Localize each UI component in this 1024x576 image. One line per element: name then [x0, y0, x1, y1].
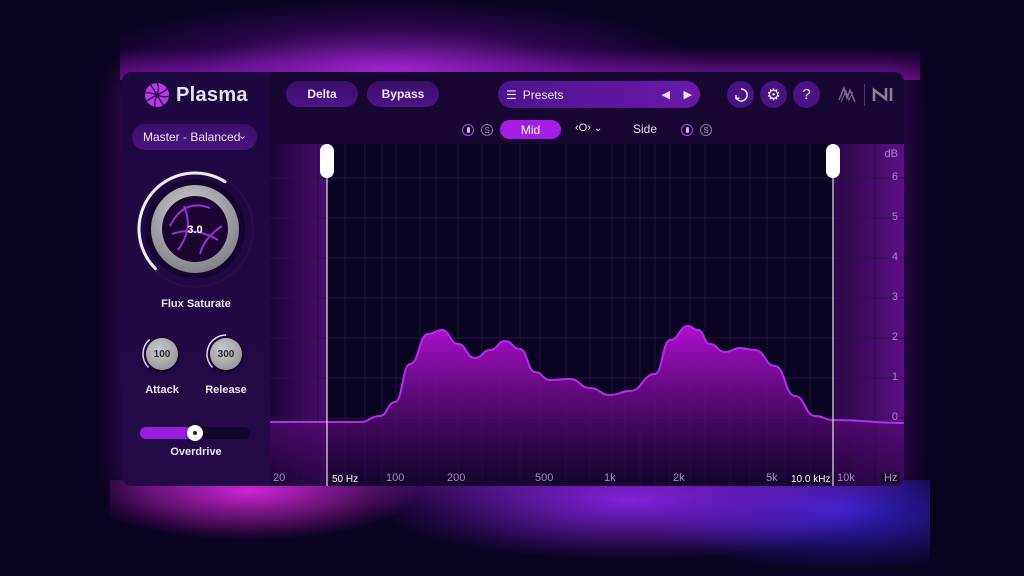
history-button[interactable]	[727, 81, 754, 108]
attack-label: Attack	[145, 384, 179, 396]
db-unit-label: dB	[884, 148, 898, 160]
freq-label-500: 500	[535, 472, 554, 484]
background-glow-bottom	[110, 480, 930, 576]
side-solo-icon[interactable]: S	[700, 124, 712, 136]
freq-label-100: 100	[386, 472, 405, 484]
db-label: 4	[891, 251, 898, 263]
flux-saturate-label: Flux Saturate	[161, 298, 231, 310]
sidebar: Plasma Master - Balanced ⌄ 3.0 Flux Satu…	[122, 72, 270, 486]
release-label: Release	[205, 384, 247, 396]
flux-saturate-value: 3.0	[187, 224, 202, 236]
gear-icon: ⚙	[766, 86, 781, 104]
list-icon: ☰	[506, 87, 517, 102]
settings-button[interactable]: ⚙	[760, 81, 787, 108]
freq-label-10k: 10k	[837, 472, 855, 484]
freq-label-200: 200	[447, 472, 466, 484]
plasma-logo-icon	[144, 82, 170, 108]
db-label: 2	[891, 331, 898, 343]
chevron-down-icon: ⌄	[593, 123, 603, 134]
mid-solo-icon[interactable]: S	[481, 124, 493, 136]
stereo-link-toggle[interactable]: ‹O› ⌄	[575, 122, 602, 134]
help-button[interactable]: ?	[793, 81, 820, 108]
low-cut-freq-label: 50 Hz	[332, 474, 359, 485]
background-glow-top	[120, 0, 920, 80]
preset-select-value: Master - Balanced	[143, 130, 241, 144]
ni-logo-icon	[872, 87, 893, 102]
attack-knob[interactable]: 100	[142, 334, 182, 374]
logo-divider	[864, 84, 865, 106]
spectrum-canvas	[270, 144, 904, 486]
chevron-down-icon: ⌄	[237, 130, 247, 142]
prev-preset-icon[interactable]: ◀	[662, 88, 670, 101]
flux-saturate-knob[interactable]: 3.0	[134, 168, 256, 290]
overdrive-slider[interactable]	[140, 425, 250, 441]
attack-value: 100	[146, 338, 178, 370]
freq-unit-label: Hz	[881, 472, 901, 484]
low-cut-handle[interactable]	[320, 144, 334, 178]
preset-select[interactable]: Master - Balanced ⌄	[132, 124, 257, 150]
high-cut-handle[interactable]	[826, 144, 840, 178]
db-label: 5	[891, 211, 898, 223]
app-logo: Plasma	[144, 82, 248, 108]
history-icon	[734, 87, 748, 102]
release-value: 300	[210, 338, 242, 370]
side-tab[interactable]: Side	[633, 122, 657, 136]
izotope-logo-icon	[838, 85, 856, 103]
link-label: ‹O›	[575, 122, 591, 134]
freq-label-5k: 5k	[766, 472, 778, 484]
release-knob[interactable]: 300	[206, 334, 246, 374]
overdrive-slider-thumb[interactable]	[187, 425, 203, 441]
mid-listen-icon[interactable]	[462, 124, 474, 136]
db-label: 6	[891, 171, 898, 183]
presets-label: Presets	[522, 87, 564, 102]
app-name: Plasma	[176, 83, 248, 106]
plugin-window: Plasma Master - Balanced ⌄ 3.0 Flux Satu…	[122, 72, 904, 486]
freq-label-1k: 1k	[604, 472, 616, 484]
db-label: 3	[891, 291, 898, 303]
bypass-button[interactable]: Bypass	[367, 81, 439, 107]
db-label: 1	[891, 371, 898, 383]
db-label: 0	[891, 411, 898, 423]
presets-bar[interactable]: ☰ Presets ◀ ▶	[498, 81, 700, 108]
side-listen-icon[interactable]	[681, 124, 693, 136]
spectrum-graph[interactable]: dB 6 5 4 3 2 1 0 20 50 Hz 100 200 500 1k 2k 5k…	[270, 144, 904, 486]
overdrive-label: Overdrive	[170, 446, 222, 458]
mid-tab[interactable]: Mid	[500, 120, 561, 139]
next-preset-icon[interactable]: ▶	[684, 88, 692, 101]
delta-button[interactable]: Delta	[286, 81, 358, 107]
high-cut-freq-label: 10.0 kHz	[791, 474, 831, 485]
freq-label-2k: 2k	[673, 472, 685, 484]
freq-label-20: 20	[273, 472, 286, 484]
help-icon: ?	[802, 86, 811, 103]
